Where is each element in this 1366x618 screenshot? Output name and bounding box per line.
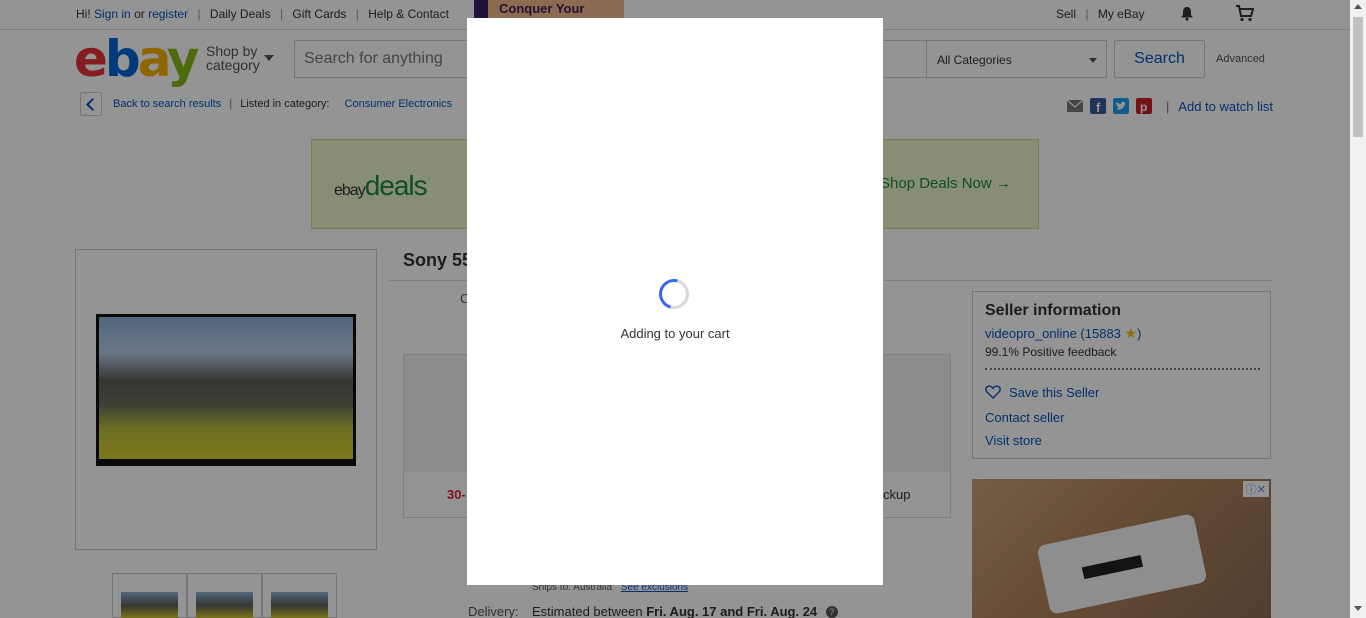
- add-to-cart-dialog: Adding to your cart: [467, 18, 883, 585]
- scroll-down-icon[interactable]: [1354, 606, 1362, 611]
- vertical-scrollbar[interactable]: [1350, 0, 1366, 618]
- loading-spinner-icon: [653, 273, 695, 315]
- adding-to-cart-message: Adding to your cart: [620, 326, 730, 341]
- scrollbar-thumb[interactable]: [1353, 17, 1363, 137]
- scroll-up-icon[interactable]: [1354, 4, 1362, 9]
